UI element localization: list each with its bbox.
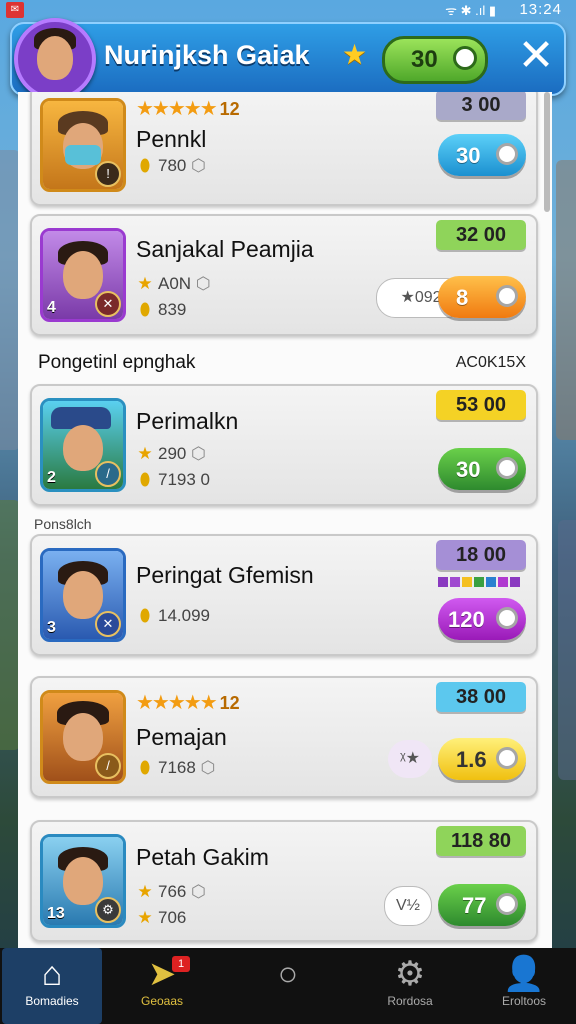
class-icon: ✕ — [95, 611, 121, 637]
list-item[interactable]: 2 / Perimalkn ★ 290 ⬡ ⬮ 7193 0 53 00 30 — [30, 384, 538, 506]
gold-stat: ⬮ 839 — [136, 300, 187, 320]
side-chip[interactable]: V½ — [384, 886, 432, 926]
star-icon: ★ — [137, 274, 153, 293]
hero-name: Sanjakal Peamjia — [136, 236, 314, 262]
gold-stat: ⬮ 7168 ⬡ — [136, 758, 216, 778]
coin-icon — [496, 607, 518, 629]
price-tag: 18 00 — [436, 540, 526, 570]
gold-stat: ⬮ 14.099 — [136, 606, 210, 626]
star-stat: ★ A0N ⬡ — [137, 274, 211, 293]
hero-name: Perimalkn — [136, 408, 239, 434]
star-stat: ★ 290 ⬡ — [137, 444, 206, 463]
hero-portrait: 2 / — [40, 398, 126, 492]
buy-button[interactable]: 30 — [438, 448, 526, 490]
hero-name: Pemajan — [136, 724, 227, 750]
hero-portrait: / — [40, 690, 126, 784]
buy-button[interactable]: 8 — [438, 276, 526, 318]
list-item[interactable]: ! ★★★★★ 12 Pennkl ⬮ 780 ⬡ 3 00 30 — [30, 92, 538, 206]
rating-stars: ★★★★★ 12 — [136, 692, 240, 714]
user-icon: 👤 — [502, 955, 546, 993]
gold-stat: ⬮ 780 ⬡ — [136, 156, 206, 176]
list-item[interactable]: / ★★★★★ 12 Pemajan ⬮ 7168 ⬡ 38 00 ᵡ★ 1.6 — [30, 676, 538, 798]
coin-icon — [496, 285, 518, 307]
scrollbar[interactable] — [544, 92, 550, 212]
home-icon: ⌂ — [41, 955, 63, 993]
coin-icon — [496, 143, 518, 165]
price-tag: 38 00 — [436, 682, 526, 712]
hero-portrait: 3 ✕ — [40, 548, 126, 642]
header-bar: Nurinjksh Gaiak ★ 30 ✕ — [10, 18, 566, 100]
class-icon: ! — [95, 161, 121, 187]
nav-home[interactable]: ⌂ Bomadies — [2, 948, 102, 1024]
status-bar: ✉ ᯤ ✱ .ıl ▮ 13:24 — [0, 0, 576, 22]
close-button[interactable]: ✕ — [512, 34, 560, 82]
class-icon: ⚙ — [95, 897, 121, 923]
class-icon: ✕ — [95, 291, 121, 317]
nav-quests[interactable]: 1 ➤ Geoaas — [112, 948, 212, 1024]
buy-button[interactable]: 30 — [438, 134, 526, 176]
star-icon: ★ — [137, 908, 153, 927]
list-item[interactable]: 4 ✕ Sanjakal Peamjia ★ A0N ⬡ ⬮ 839 32 00 ★… — [30, 214, 538, 336]
star-stat-2: ★ 706 — [137, 908, 187, 927]
list-item[interactable]: 13 ⚙ Petah Gakim ★ 766 ⬡ ★ 706 118 80 V½ 7… — [30, 820, 538, 942]
coin-balance[interactable]: 30 — [382, 36, 488, 84]
signal-icons: ᯤ ✱ .ıl ▮ — [445, 3, 496, 18]
nav-settings[interactable]: ⚙ Rordosa — [360, 948, 460, 1024]
app-notification-icon: ✉ — [6, 2, 24, 18]
hero-portrait: ! — [40, 98, 126, 192]
notification-badge: 1 — [172, 956, 190, 972]
side-chip[interactable]: ᵡ★ — [388, 740, 432, 778]
star-icon: ★ — [137, 882, 153, 901]
coin-icon: ⬮ — [139, 300, 151, 319]
nav-search[interactable]: ○ — [238, 948, 338, 1024]
price-tag: 3 00 — [436, 92, 526, 120]
star-icon: ★ — [137, 444, 153, 463]
buy-button[interactable]: 77 — [438, 884, 526, 926]
hero-portrait: 4 ✕ — [40, 228, 126, 322]
leaderboard-panel[interactable]: ! ★★★★★ 12 Pennkl ⬮ 780 ⬡ 3 00 30 4 ✕ Sanj… — [18, 92, 552, 948]
player-avatar[interactable] — [14, 18, 96, 100]
coin-amount: 30 — [411, 46, 438, 73]
clock: 13:24 — [519, 1, 562, 18]
gear-icon: ⚙ — [394, 955, 426, 993]
player-name: Nurinjksh Gaiak — [104, 40, 310, 70]
buy-button[interactable]: 1.6 — [438, 738, 526, 780]
section-title: Pongetinl epnghak — [38, 352, 196, 373]
price-tag: 118 80 — [436, 826, 526, 856]
class-icon: / — [95, 753, 121, 779]
coin-icon — [453, 46, 477, 70]
nav-profile[interactable]: 👤 Eroltoos — [474, 948, 574, 1024]
star-stat: ★ 766 ⬡ — [137, 882, 206, 901]
send-icon: ➤ — [147, 955, 177, 993]
hero-name: Peringat Gfemisn — [136, 562, 314, 588]
price-tag: 53 00 — [436, 390, 526, 420]
buy-button[interactable]: 120 — [438, 598, 526, 640]
coin-icon — [496, 457, 518, 479]
coin-icon: ⬮ — [139, 470, 151, 489]
coin-icon: ⬮ — [139, 758, 151, 777]
section-title: Pons8lch — [34, 516, 92, 532]
rarity-dots — [438, 574, 522, 592]
section-code: AC0K15X — [455, 354, 526, 371]
coin-icon — [496, 747, 518, 769]
hero-name: Petah Gakim — [136, 844, 269, 870]
gold-stat: ⬮ 7193 0 — [136, 470, 210, 490]
price-tag: 32 00 — [436, 220, 526, 250]
search-icon: ○ — [277, 955, 299, 993]
rating-stars: ★★★★★ 12 — [136, 98, 240, 120]
bottom-nav: ⌂ Bomadies 1 ➤ Geoaas ○ ⚙ Rordosa 👤 Eroltoos — [0, 948, 576, 1024]
hero-name: Pennkl — [136, 126, 207, 152]
class-icon: / — [95, 461, 121, 487]
coin-icon: ⬮ — [139, 156, 151, 175]
coin-icon: ⬮ — [139, 606, 151, 625]
list-item[interactable]: 3 ✕ Peringat Gfemisn ⬮ 14.099 18 00 120 — [30, 534, 538, 656]
coin-icon — [496, 893, 518, 915]
star-icon: ★ — [342, 39, 368, 70]
hero-portrait: 13 ⚙ — [40, 834, 126, 928]
